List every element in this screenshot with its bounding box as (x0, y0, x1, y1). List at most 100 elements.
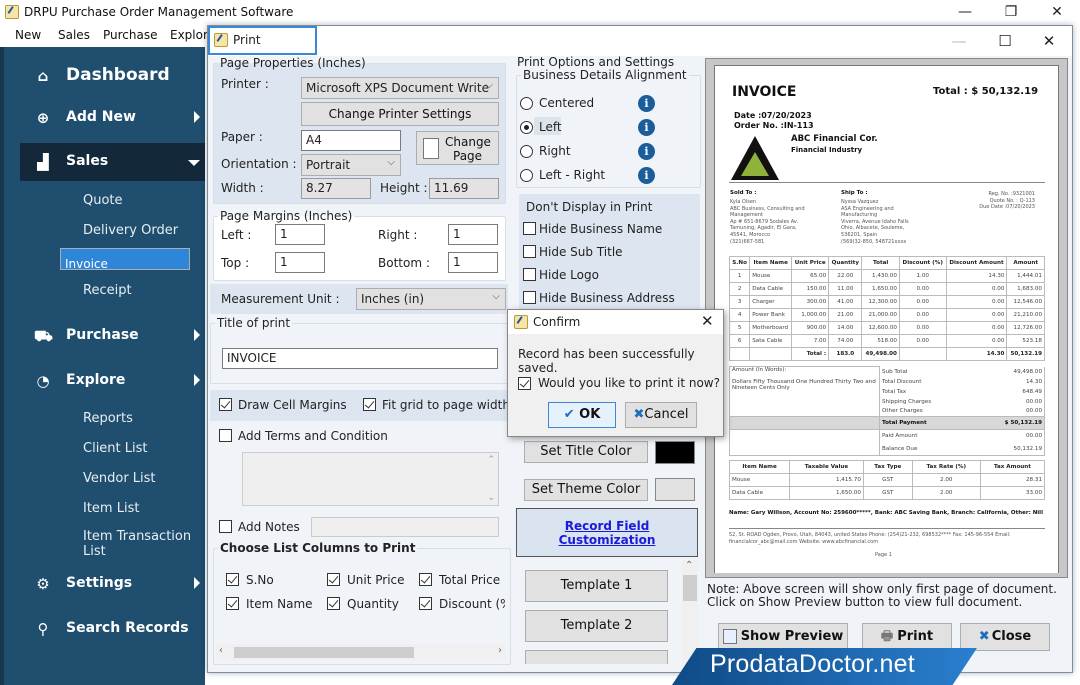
confirm-message: Record has been successfully saved. (518, 347, 695, 375)
margin-top-input[interactable]: 1 (275, 252, 325, 273)
summary-table: Amount (In Words): Dollars Fifty Thousand… (729, 366, 1046, 456)
close-app-button[interactable]: ✕ (1034, 0, 1080, 25)
orientation-select[interactable]: Portrait ⌵ (301, 154, 401, 176)
column-header: S.No (728, 256, 751, 270)
address-line: Ohio, Albacete, Souleme, (841, 225, 905, 232)
sidebar-item-settings[interactable]: ⚙ Settings (4, 565, 209, 603)
margin-right-input[interactable]: 1 (448, 224, 498, 245)
column-quantity-checkbox[interactable] (327, 597, 340, 610)
paper-input[interactable]: A4 (301, 130, 401, 151)
columns-horizontal-scrollbar[interactable]: ‹ › (216, 644, 506, 661)
sidebar-item-add-new[interactable]: ⊕ Add New (4, 99, 209, 137)
sidebar-sub-item-list[interactable]: Item List (60, 496, 190, 521)
column-total-price-checkbox[interactable] (419, 573, 432, 586)
theme-color-swatch[interactable] (655, 478, 695, 501)
sidebar-item-sales[interactable]: ▟ Sales (20, 143, 205, 181)
print-button[interactable]: 🖶 Print (862, 623, 952, 651)
restore-button[interactable]: ❐ (988, 0, 1034, 25)
sidebar-sub-client-list[interactable]: Client List (60, 436, 190, 461)
sidebar-sub-reports[interactable]: Reports (60, 406, 190, 431)
sidebar-item-search-records[interactable]: ⚲ Search Records (4, 610, 209, 648)
column-header: Tax Rate (%) (911, 460, 981, 474)
column-header: Amount (1006, 256, 1045, 270)
sidebar-sub-receipt[interactable]: Receipt (60, 278, 190, 303)
sidebar-sub-vendor-list[interactable]: Vendor List (60, 466, 190, 491)
hide-logo-checkbox[interactable] (523, 268, 536, 281)
margin-bottom-input[interactable]: 1 (448, 252, 498, 273)
column-unit-price-checkbox[interactable] (327, 573, 340, 586)
hide-business-name-checkbox[interactable] (523, 222, 536, 235)
record-field-customization-link[interactable]: Record Field Customization (516, 508, 698, 557)
add-terms-checkbox[interactable] (219, 429, 232, 442)
template-2-button[interactable]: Template 2 (525, 610, 668, 642)
sidebar-item-explore[interactable]: ◔ Explore (4, 362, 209, 400)
menu-sales[interactable]: Sales (58, 28, 90, 42)
column-discount-checkbox[interactable] (419, 597, 432, 610)
width-input[interactable]: 8.27 (301, 178, 371, 199)
menu-purchase[interactable]: Purchase (103, 28, 158, 42)
column-sno-checkbox[interactable] (226, 573, 239, 586)
notes-input[interactable] (311, 517, 499, 537)
cancel-button[interactable]: ✖Cancel (625, 402, 697, 428)
info-icon[interactable]: i (638, 119, 655, 136)
sidebar-item-dashboard[interactable]: ⌂ Dashboard (4, 57, 209, 95)
draw-cell-margins-checkbox[interactable] (219, 398, 232, 411)
printer-select[interactable]: Microsoft XPS Document Write ⌵ (301, 77, 499, 99)
table-cell: 183.0 (828, 347, 863, 361)
terms-textarea[interactable]: ⌃ ⌄ (242, 452, 499, 506)
confirm-close-icon[interactable]: ✕ (701, 312, 714, 330)
hide-business-address-checkbox[interactable] (523, 291, 536, 304)
info-icon[interactable]: i (638, 143, 655, 160)
cancel-x-icon: ✖ (633, 407, 645, 422)
table-cell (898, 347, 947, 361)
template-1-button[interactable]: Template 1 (525, 570, 668, 602)
sidebar-sub-delivery-order[interactable]: Delivery Order (60, 218, 190, 243)
close-button[interactable]: ✖ Close (960, 623, 1050, 651)
address-line: Kyla Olsen (730, 199, 757, 205)
align-right-radio[interactable] (520, 145, 533, 158)
measurement-select[interactable]: Inches (in) ⌵ (356, 288, 506, 310)
table-cell: 0.00 (945, 295, 1008, 309)
show-preview-button[interactable]: Show Preview (718, 623, 848, 651)
align-left-right-radio[interactable] (520, 169, 533, 182)
print-maximize-button[interactable]: ☐ (982, 28, 1028, 54)
sidebar-sub-quote[interactable]: Quote (60, 188, 190, 213)
info-icon[interactable]: i (638, 95, 655, 112)
align-left-radio[interactable] (520, 121, 533, 134)
template-3-button[interactable] (525, 650, 668, 664)
menu-new[interactable]: New (15, 28, 41, 42)
table-row: Data Cable 1,650.00 GST 2.00 33.00 (728, 486, 1046, 500)
align-centered-radio[interactable] (520, 97, 533, 110)
print-close-button[interactable]: ✕ (1026, 28, 1072, 54)
table-cell: 0.00 (945, 282, 1008, 296)
scroll-up-icon: ⌃ (487, 455, 495, 465)
table-cell: 0.00 (945, 334, 1008, 348)
table-cell: 0.00 (945, 321, 1008, 335)
sidebar-sub-item-transaction-list[interactable]: Item Transaction List (60, 527, 210, 559)
hide-sub-title-checkbox[interactable] (523, 245, 536, 258)
set-title-color-button[interactable]: Set Title Color (524, 441, 648, 463)
cart-icon: ⛟ (34, 327, 53, 345)
change-printer-settings-button[interactable]: Change Printer Settings (301, 102, 499, 126)
sidebar-item-purchase[interactable]: ⛟ Purchase (4, 317, 209, 355)
fit-grid-checkbox[interactable] (363, 398, 376, 411)
add-notes-checkbox[interactable] (219, 520, 232, 533)
title-color-swatch[interactable] (655, 441, 695, 464)
column-item-name-checkbox[interactable] (226, 597, 239, 610)
set-theme-color-button[interactable]: Set Theme Color (524, 479, 648, 501)
add-document-icon: ⊕ (36, 109, 50, 127)
minimize-button[interactable]: — (942, 0, 988, 25)
ok-button[interactable]: ✔ OK (548, 402, 616, 428)
print-minimize-button[interactable]: — (936, 28, 982, 54)
change-page-button[interactable]: Change Page (416, 131, 499, 165)
margin-left-input[interactable]: 1 (275, 224, 325, 245)
templates-scrollbar[interactable]: ⌃ (682, 560, 698, 664)
sidebar-sub-invoice[interactable]: Invoice (60, 248, 190, 270)
margin-right-label: Right : (378, 228, 418, 242)
table-cell: 1.00 (898, 269, 947, 283)
print-now-checkbox[interactable] (518, 377, 531, 390)
info-icon[interactable]: i (638, 167, 655, 184)
title-of-print-input[interactable]: INVOICE (222, 348, 498, 369)
height-input[interactable]: 11.69 (429, 178, 499, 199)
table-cell: 50,132.19 (1006, 347, 1045, 361)
